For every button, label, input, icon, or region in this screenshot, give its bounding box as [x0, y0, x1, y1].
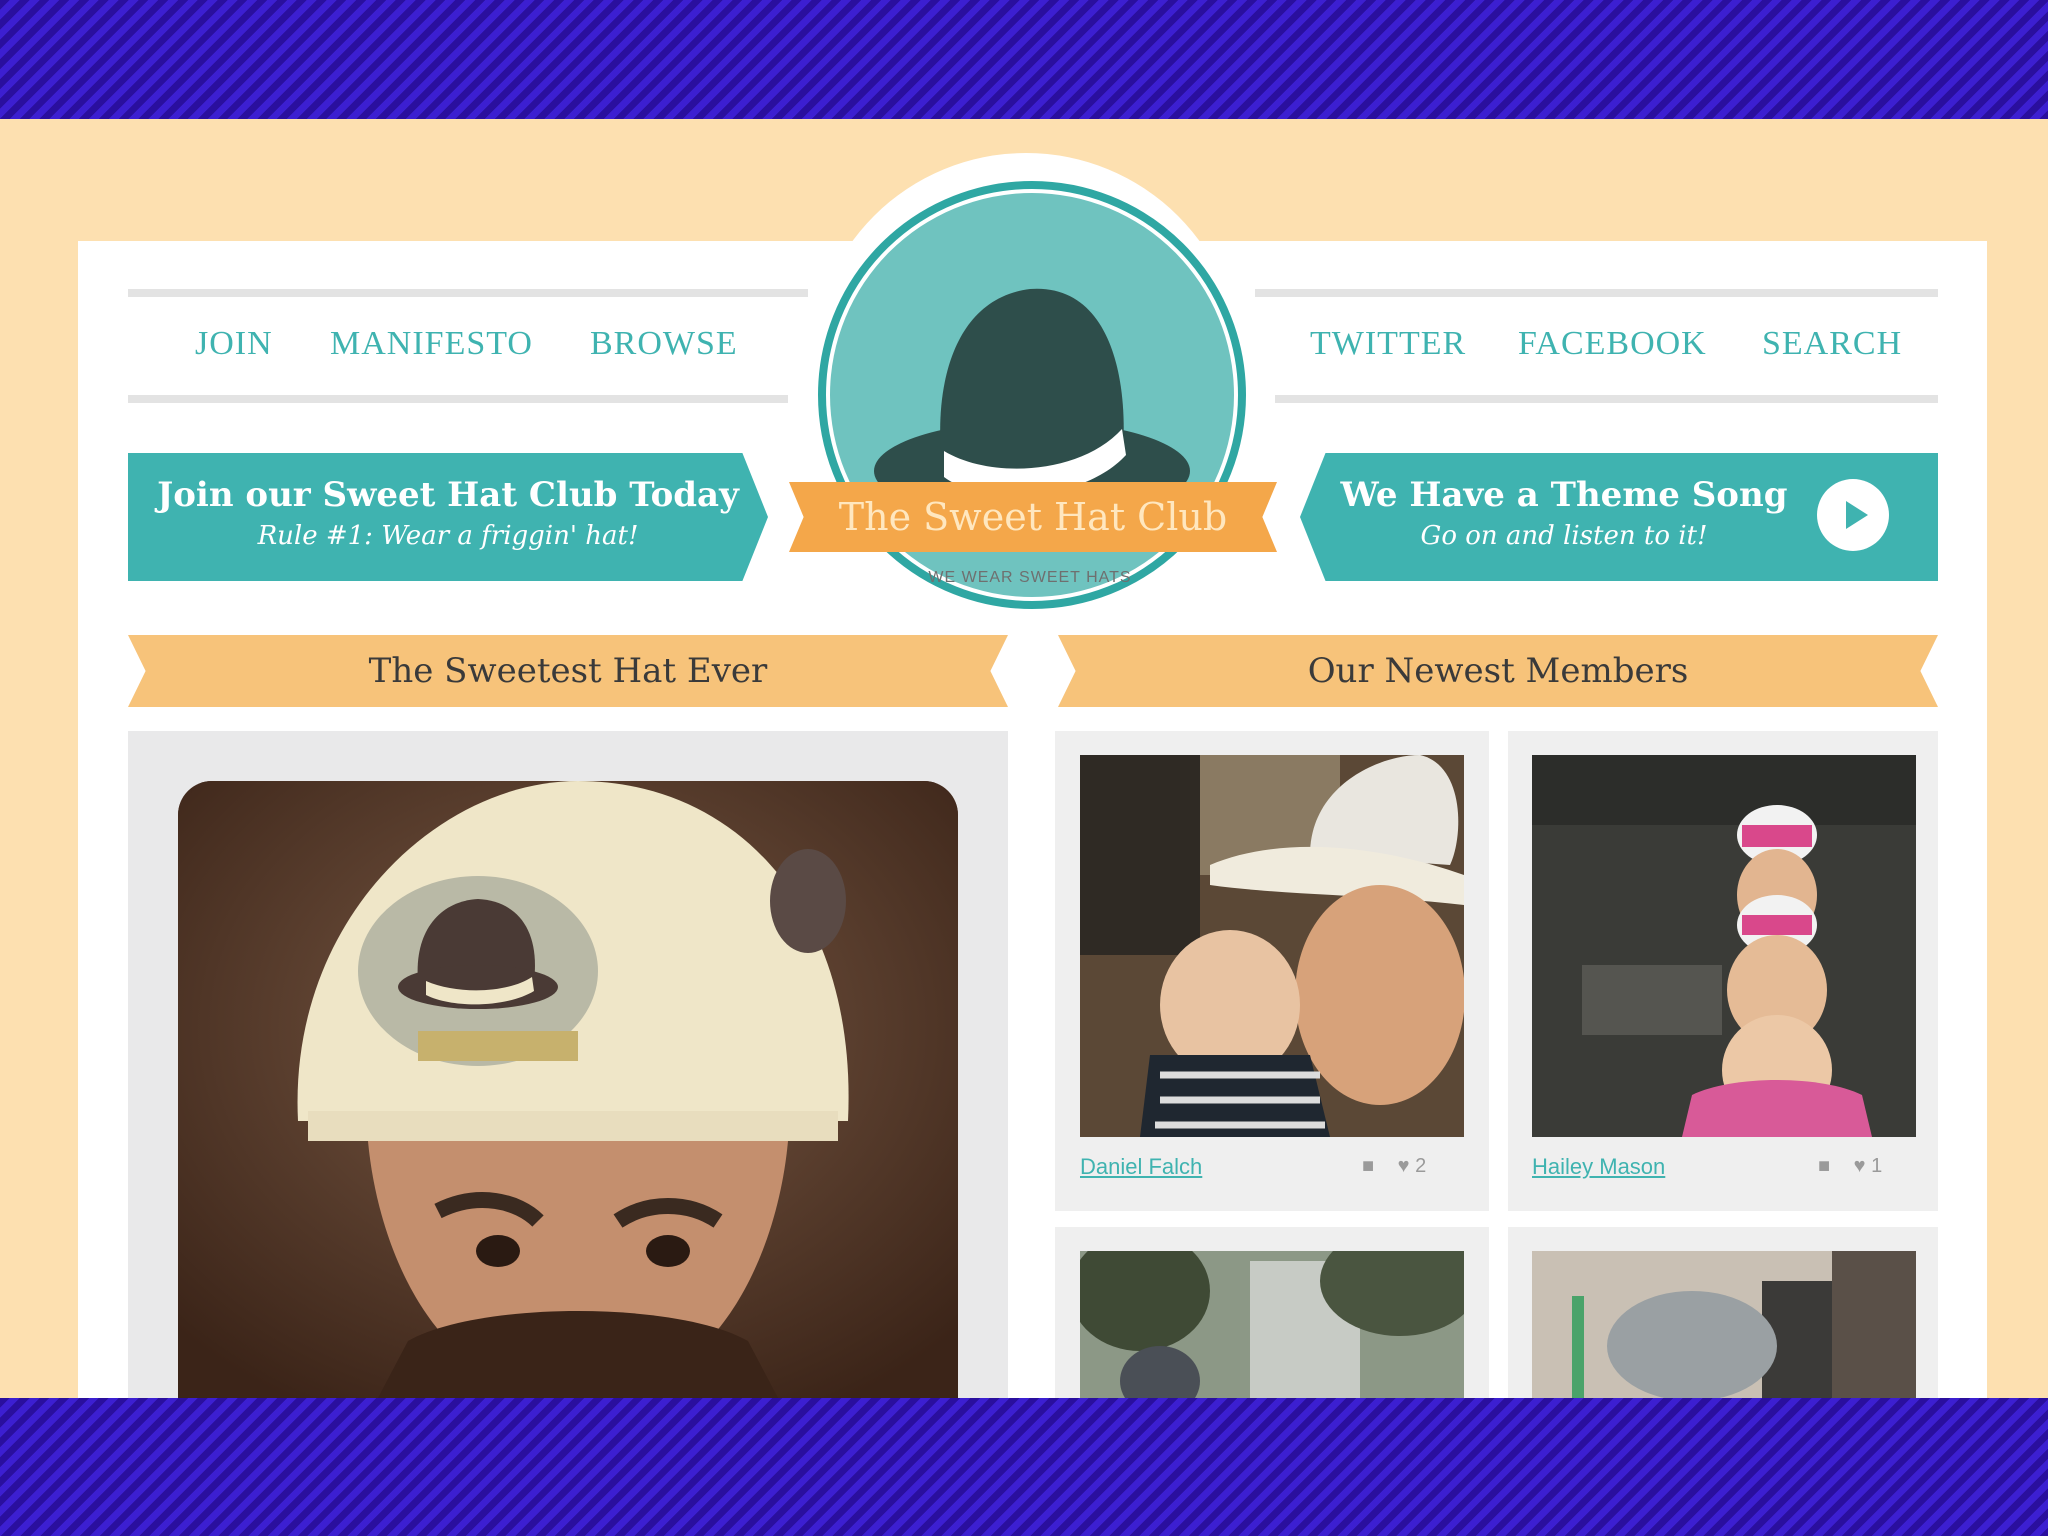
member-photo[interactable] [1080, 755, 1464, 1137]
comment-icon[interactable]: ■ [1818, 1155, 1830, 1177]
member-photo[interactable] [1532, 755, 1916, 1137]
top-stripe-bar [0, 0, 2048, 119]
member-like-count: 1 [1871, 1155, 1883, 1177]
member-photo-illustration [1532, 755, 1916, 1137]
nav-facebook-link[interactable]: FACEBOOK [1518, 325, 1707, 363]
join-club-subtitle: Rule #1: Wear a friggin' hat! [257, 521, 639, 551]
club-tagline: WE WEAR SWEET HATS [928, 569, 1132, 586]
nav-rule-left-bottom [128, 395, 788, 403]
nav-twitter-link[interactable]: TWITTER [1310, 325, 1466, 363]
club-title-ribbon: The Sweet Hat Club [789, 482, 1277, 552]
play-icon [1846, 501, 1868, 529]
nav-browse-link[interactable]: BROWSE [590, 325, 738, 363]
nav-rule-left-top [128, 289, 808, 297]
member-stats: ■ ♥ 2 [1362, 1155, 1426, 1178]
play-button[interactable] [1817, 479, 1889, 551]
join-club-banner[interactable]: Join our Sweet Hat Club Today Rule #1: W… [128, 453, 768, 581]
member-photo-illustration [1080, 755, 1464, 1137]
member-photo[interactable] [1532, 1251, 1916, 1398]
member-name-link[interactable]: Daniel Falch [1080, 1154, 1202, 1180]
featured-section-title: The Sweetest Hat Ever [128, 635, 1008, 707]
nav-rule-right-bottom [1275, 395, 1938, 403]
comment-icon[interactable]: ■ [1362, 1155, 1374, 1177]
nav-manifesto-link[interactable]: MANIFESTO [330, 325, 533, 363]
member-photo[interactable] [1080, 1251, 1464, 1398]
featured-hat-photo[interactable] [178, 781, 958, 1398]
heart-icon[interactable]: ♥ [1854, 1155, 1866, 1177]
web-page: JOIN MANIFESTO BROWSE TWITTER FACEBOOK S… [0, 119, 2048, 1441]
helmet-photo-illustration [178, 781, 958, 1398]
nav-search-link[interactable]: SEARCH [1762, 325, 1902, 363]
bottom-stripe-bar [0, 1398, 2048, 1536]
nav-rule-right-top [1255, 289, 1938, 297]
member-like-count: 2 [1415, 1155, 1427, 1177]
join-club-title: Join our Sweet Hat Club Today [157, 475, 739, 515]
members-section-title: Our Newest Members [1058, 635, 1938, 707]
member-photo-illustration [1532, 1251, 1916, 1398]
nav-join-link[interactable]: JOIN [195, 325, 273, 363]
member-stats: ■ ♥ 1 [1818, 1155, 1882, 1178]
member-name-link[interactable]: Hailey Mason [1532, 1154, 1665, 1180]
member-photo-illustration [1080, 1251, 1464, 1398]
heart-icon[interactable]: ♥ [1398, 1155, 1410, 1177]
